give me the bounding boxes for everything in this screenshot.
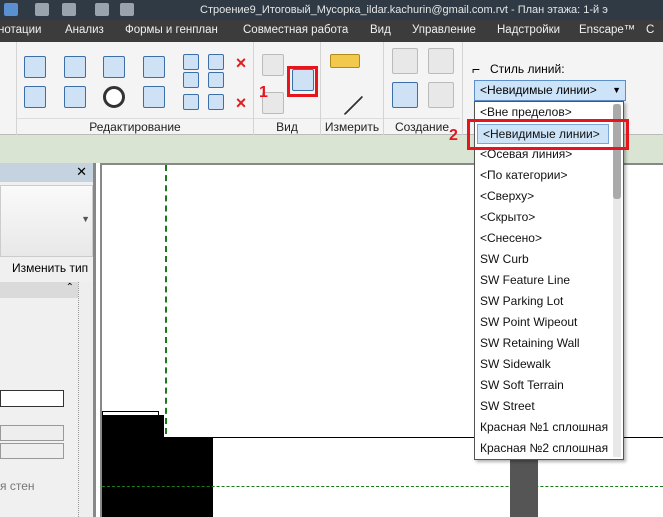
list-item[interactable]: <Сверху> xyxy=(475,186,611,207)
list-item[interactable]: SW Retaining Wall xyxy=(475,333,611,354)
align-icon[interactable] xyxy=(24,56,46,78)
menu-collaborate[interactable]: Совместная работа xyxy=(243,24,348,36)
split-gap-icon[interactable] xyxy=(208,54,224,70)
trim-single-icon[interactable] xyxy=(183,94,199,110)
create-assembly-icon[interactable] xyxy=(428,82,454,108)
chevron-down-icon: ▼ xyxy=(81,214,90,224)
offset-icon[interactable] xyxy=(64,56,86,78)
mirror-draw-icon[interactable] xyxy=(143,56,165,78)
line-style-icon: ⌐ xyxy=(472,61,481,77)
property-button[interactable] xyxy=(0,425,64,441)
annotation-1: 1 xyxy=(259,84,268,101)
close-icon[interactable]: ✕ xyxy=(76,164,87,180)
move-icon[interactable] xyxy=(24,86,46,108)
menu-manage[interactable]: Управление xyxy=(412,24,476,36)
edit-type-button[interactable]: Изменить тип xyxy=(12,261,88,275)
collapse-icon[interactable]: ⌃ xyxy=(66,282,74,293)
highlight-box-1 xyxy=(287,66,318,97)
list-scrollbar[interactable] xyxy=(613,104,621,457)
menu-annotations[interactable]: нотации xyxy=(0,24,41,36)
measure-icon[interactable] xyxy=(326,78,364,116)
app-menu-icon[interactable] xyxy=(4,3,18,16)
menu-massing[interactable]: Формы и генплан xyxy=(125,24,218,36)
rotate-icon[interactable] xyxy=(103,86,125,108)
hide-element-icon[interactable] xyxy=(262,54,284,76)
list-item[interactable]: SW Street xyxy=(475,396,611,417)
annotation-2: 2 xyxy=(449,127,458,144)
windows-icon[interactable] xyxy=(120,3,134,16)
menu-analysis[interactable]: Анализ xyxy=(65,24,104,36)
trim-icon[interactable] xyxy=(143,86,165,108)
list-item[interactable]: SW Sidewalk xyxy=(475,354,611,375)
menu-view[interactable]: Вид xyxy=(370,24,391,36)
scale-icon[interactable] xyxy=(208,72,224,88)
panel-measure-label: Измерить xyxy=(321,118,383,135)
trim-multiple-icon[interactable] xyxy=(208,94,224,110)
list-item[interactable]: SW Feature Line xyxy=(475,270,611,291)
properties-scrollbar[interactable] xyxy=(78,282,93,517)
wall xyxy=(102,415,164,517)
copy-icon[interactable] xyxy=(64,86,86,108)
create-parts-icon[interactable] xyxy=(392,82,418,108)
properties-group-header[interactable]: ⌃ xyxy=(0,282,78,298)
sync-icon[interactable] xyxy=(62,3,76,16)
list-item[interactable]: <Скрыто> xyxy=(475,207,611,228)
split-icon[interactable] xyxy=(183,54,199,70)
line-style-list: <Вне пределов> <Невидимые линии> <Осевая… xyxy=(474,101,624,460)
line-style-label: Стиль линий: xyxy=(490,62,565,76)
type-selector[interactable]: ▼ xyxy=(0,185,93,257)
wall-edge xyxy=(102,411,159,416)
line-style-dropdown[interactable]: <Невидимые линии> ▼ xyxy=(474,80,626,101)
list-item[interactable]: <Снесено> xyxy=(475,228,611,249)
panel-modify-label: Редактирование xyxy=(17,118,253,135)
grid-line-horizontal xyxy=(102,486,663,487)
create-group-icon[interactable] xyxy=(392,48,418,74)
aligned-dimension-icon[interactable] xyxy=(330,54,360,68)
panel-view-label: Вид xyxy=(254,118,320,135)
property-value: я стен xyxy=(0,479,35,493)
list-item[interactable]: SW Curb xyxy=(475,249,611,270)
property-button[interactable] xyxy=(0,443,64,459)
line-style-value: <Невидимые линии> xyxy=(480,83,597,97)
properties-panel: ✕ ▼ Изменить тип ⌃ я стен xyxy=(0,163,96,517)
print-icon[interactable] xyxy=(35,3,49,16)
menu-enscape[interactable]: Enscape™ xyxy=(579,24,635,36)
list-item[interactable]: <По категории> xyxy=(475,165,611,186)
title-bar: Строение9_Итоговый_Мусорка_ildar.kachuri… xyxy=(0,0,663,20)
array-icon[interactable] xyxy=(183,72,199,88)
delete-icon[interactable]: × xyxy=(230,92,252,114)
list-item[interactable]: Красная №1 сплошная xyxy=(475,417,611,438)
property-field[interactable] xyxy=(0,390,64,407)
chevron-down-icon[interactable]: ▼ xyxy=(612,85,621,95)
list-item[interactable]: SW Parking Lot xyxy=(475,291,611,312)
unpin-icon[interactable]: × xyxy=(230,52,252,74)
menu-addins[interactable]: Надстройки xyxy=(497,24,560,36)
wall xyxy=(164,437,213,517)
menu-more[interactable]: С xyxy=(646,24,663,36)
window-title: Строение9_Итоговый_Мусорка_ildar.kachuri… xyxy=(200,4,608,16)
list-item[interactable]: SW Soft Terrain xyxy=(475,375,611,396)
highlight-box-2 xyxy=(467,119,629,150)
mirror-axis-icon[interactable] xyxy=(103,56,125,78)
list-item[interactable]: SW Point Wipeout xyxy=(475,312,611,333)
create-similar-icon[interactable] xyxy=(428,48,454,74)
properties-header: ✕ xyxy=(0,163,93,182)
menu-bar: нотации Анализ Формы и генплан Совместна… xyxy=(0,20,663,42)
settings-icon[interactable] xyxy=(95,3,109,16)
list-item[interactable]: Красная №2 сплошная xyxy=(475,438,611,459)
